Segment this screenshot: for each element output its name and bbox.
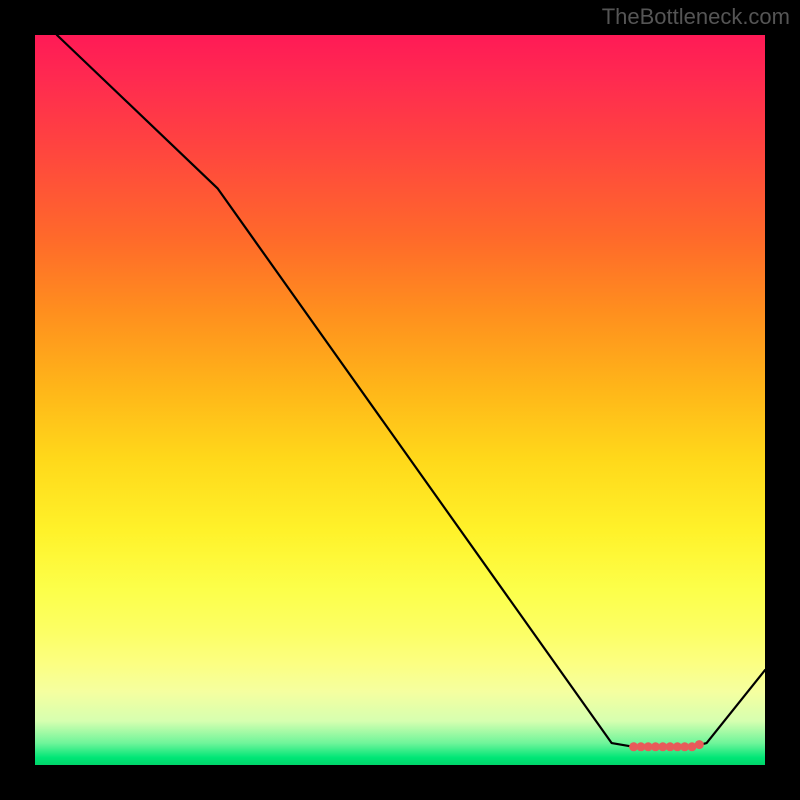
chart-svg (35, 35, 765, 765)
chart-plot-area (35, 35, 765, 765)
chart-markers (629, 740, 704, 751)
chart-marker (695, 740, 704, 749)
chart-line (57, 35, 765, 747)
attribution-text: TheBottleneck.com (602, 4, 790, 30)
